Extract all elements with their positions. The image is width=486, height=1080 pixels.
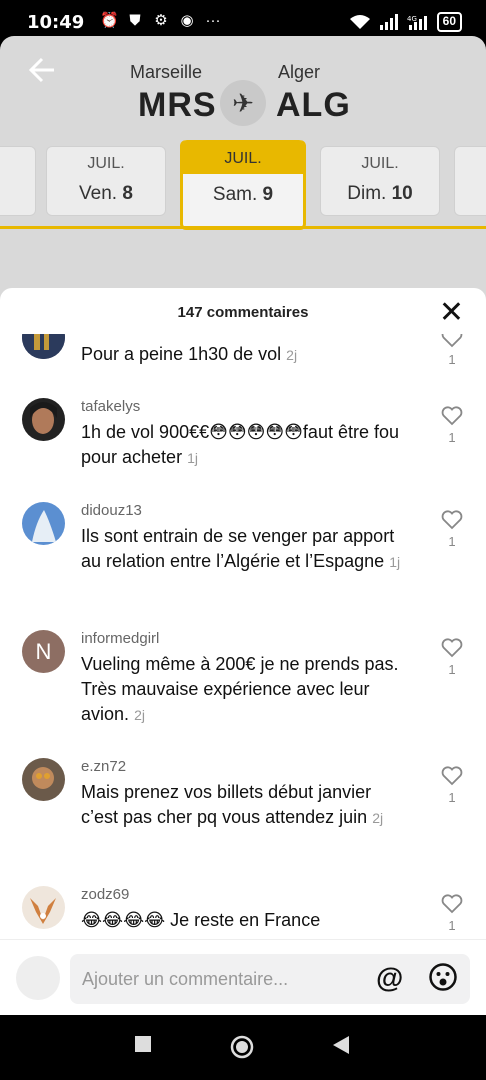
heart-icon (441, 638, 463, 658)
like-button[interactable]: 1 (438, 406, 466, 445)
more-icon: ··· (205, 12, 221, 29)
date-selector: JUIL. Ven. 8 JUIL. Sam. 9 JUIL. Dim. 10 (0, 140, 486, 230)
messenger-icon: ◉ (180, 12, 194, 29)
comment-text: 😂😂😂😂 Je reste en France (81, 910, 321, 930)
origin-city: Marseille (130, 62, 203, 82)
shield-icon: ⛊ (129, 12, 141, 29)
avatar[interactable] (22, 398, 65, 441)
like-button[interactable]: 1 (438, 766, 466, 805)
home-button-icon[interactable] (230, 1035, 254, 1059)
current-user-avatar (16, 956, 60, 1000)
comment-text: Pour a peine 1h30 de vol 2j (81, 344, 298, 364)
heart-icon (441, 894, 463, 914)
svg-text:4G: 4G (407, 15, 417, 23)
avatar[interactable]: N (22, 630, 65, 673)
destination-city: Alger (278, 62, 321, 82)
comment-input[interactable] (70, 954, 470, 1004)
heart-icon (441, 510, 463, 530)
system-navigation-bar (0, 1015, 486, 1080)
heart-icon (441, 766, 463, 786)
like-button[interactable]: 1 (438, 638, 466, 677)
back-arrow-icon[interactable] (28, 56, 56, 89)
like-button[interactable]: 1 (438, 334, 466, 367)
origin-code: MRS (138, 86, 217, 124)
date-tab-sun[interactable]: JUIL. Dim. 10 (320, 146, 440, 216)
avatar[interactable] (22, 334, 65, 359)
like-button[interactable]: 1 (438, 894, 466, 933)
wifi-icon (349, 15, 370, 29)
comments-list[interactable]: Pour a peine 1h30 de vol 2j 1 tafakelys … (0, 334, 486, 939)
selected-date-underline (0, 226, 486, 229)
date-tab-next[interactable] (454, 146, 486, 216)
recents-button-icon[interactable] (134, 1035, 152, 1053)
comment-text: Vueling même à 200€ je ne prends pas. Tr… (81, 654, 399, 724)
comment-text: 1h de vol 900€€😳😳😳😳😳faut être fou pour a… (81, 422, 399, 467)
avatar[interactable] (22, 758, 65, 801)
comment-username[interactable]: informedgirl (81, 630, 159, 647)
comment-username[interactable]: didouz13 (81, 502, 142, 519)
like-button[interactable]: 1 (438, 510, 466, 549)
avatar[interactable] (22, 886, 65, 929)
comment-text: Ils sont entrain de se venger par apport… (81, 526, 401, 571)
destination-code: ALG (276, 86, 351, 124)
mention-icon[interactable]: @ (376, 962, 403, 994)
back-button-icon[interactable] (332, 1035, 350, 1055)
comment-username[interactable]: tafakelys (81, 398, 140, 415)
emoji-icon[interactable] (428, 962, 458, 992)
signal-4g-icon: 4G (407, 15, 427, 30)
comment-text: Mais prenez vos billets début janvier c’… (81, 782, 384, 827)
comment-username[interactable]: zodz69 (81, 886, 129, 903)
battery-indicator: 60 (436, 12, 462, 32)
comments-count-title: 147 commentaires (177, 304, 309, 321)
notification-icons: ⏰ ⛊ ⚙ ◉ ··· (100, 12, 222, 30)
date-tab-sat-selected[interactable]: JUIL. Sam. 9 (180, 140, 306, 230)
comment-username[interactable]: e.zn72 (81, 758, 126, 775)
comment-composer: @ (0, 939, 486, 1015)
avatar[interactable] (22, 502, 65, 545)
close-icon[interactable]: ✕ (439, 298, 464, 328)
system-icons: 4G 60 (349, 12, 462, 32)
alarm-icon: ⏰ (100, 12, 119, 29)
route-header: Marseille MRS ✈ Alger ALG (130, 62, 360, 126)
heart-icon (441, 334, 463, 348)
signal-icon (379, 14, 398, 30)
settings-icon: ⚙ (154, 12, 168, 29)
heart-icon (441, 406, 463, 426)
comments-sheet: 147 commentaires ✕ Pour a peine 1h30 de … (0, 288, 486, 1015)
clock: 10:49 (27, 12, 85, 33)
date-tab-prev[interactable] (0, 146, 36, 216)
date-tab-fri[interactable]: JUIL. Ven. 8 (46, 146, 166, 216)
plane-icon: ✈ (220, 80, 266, 126)
